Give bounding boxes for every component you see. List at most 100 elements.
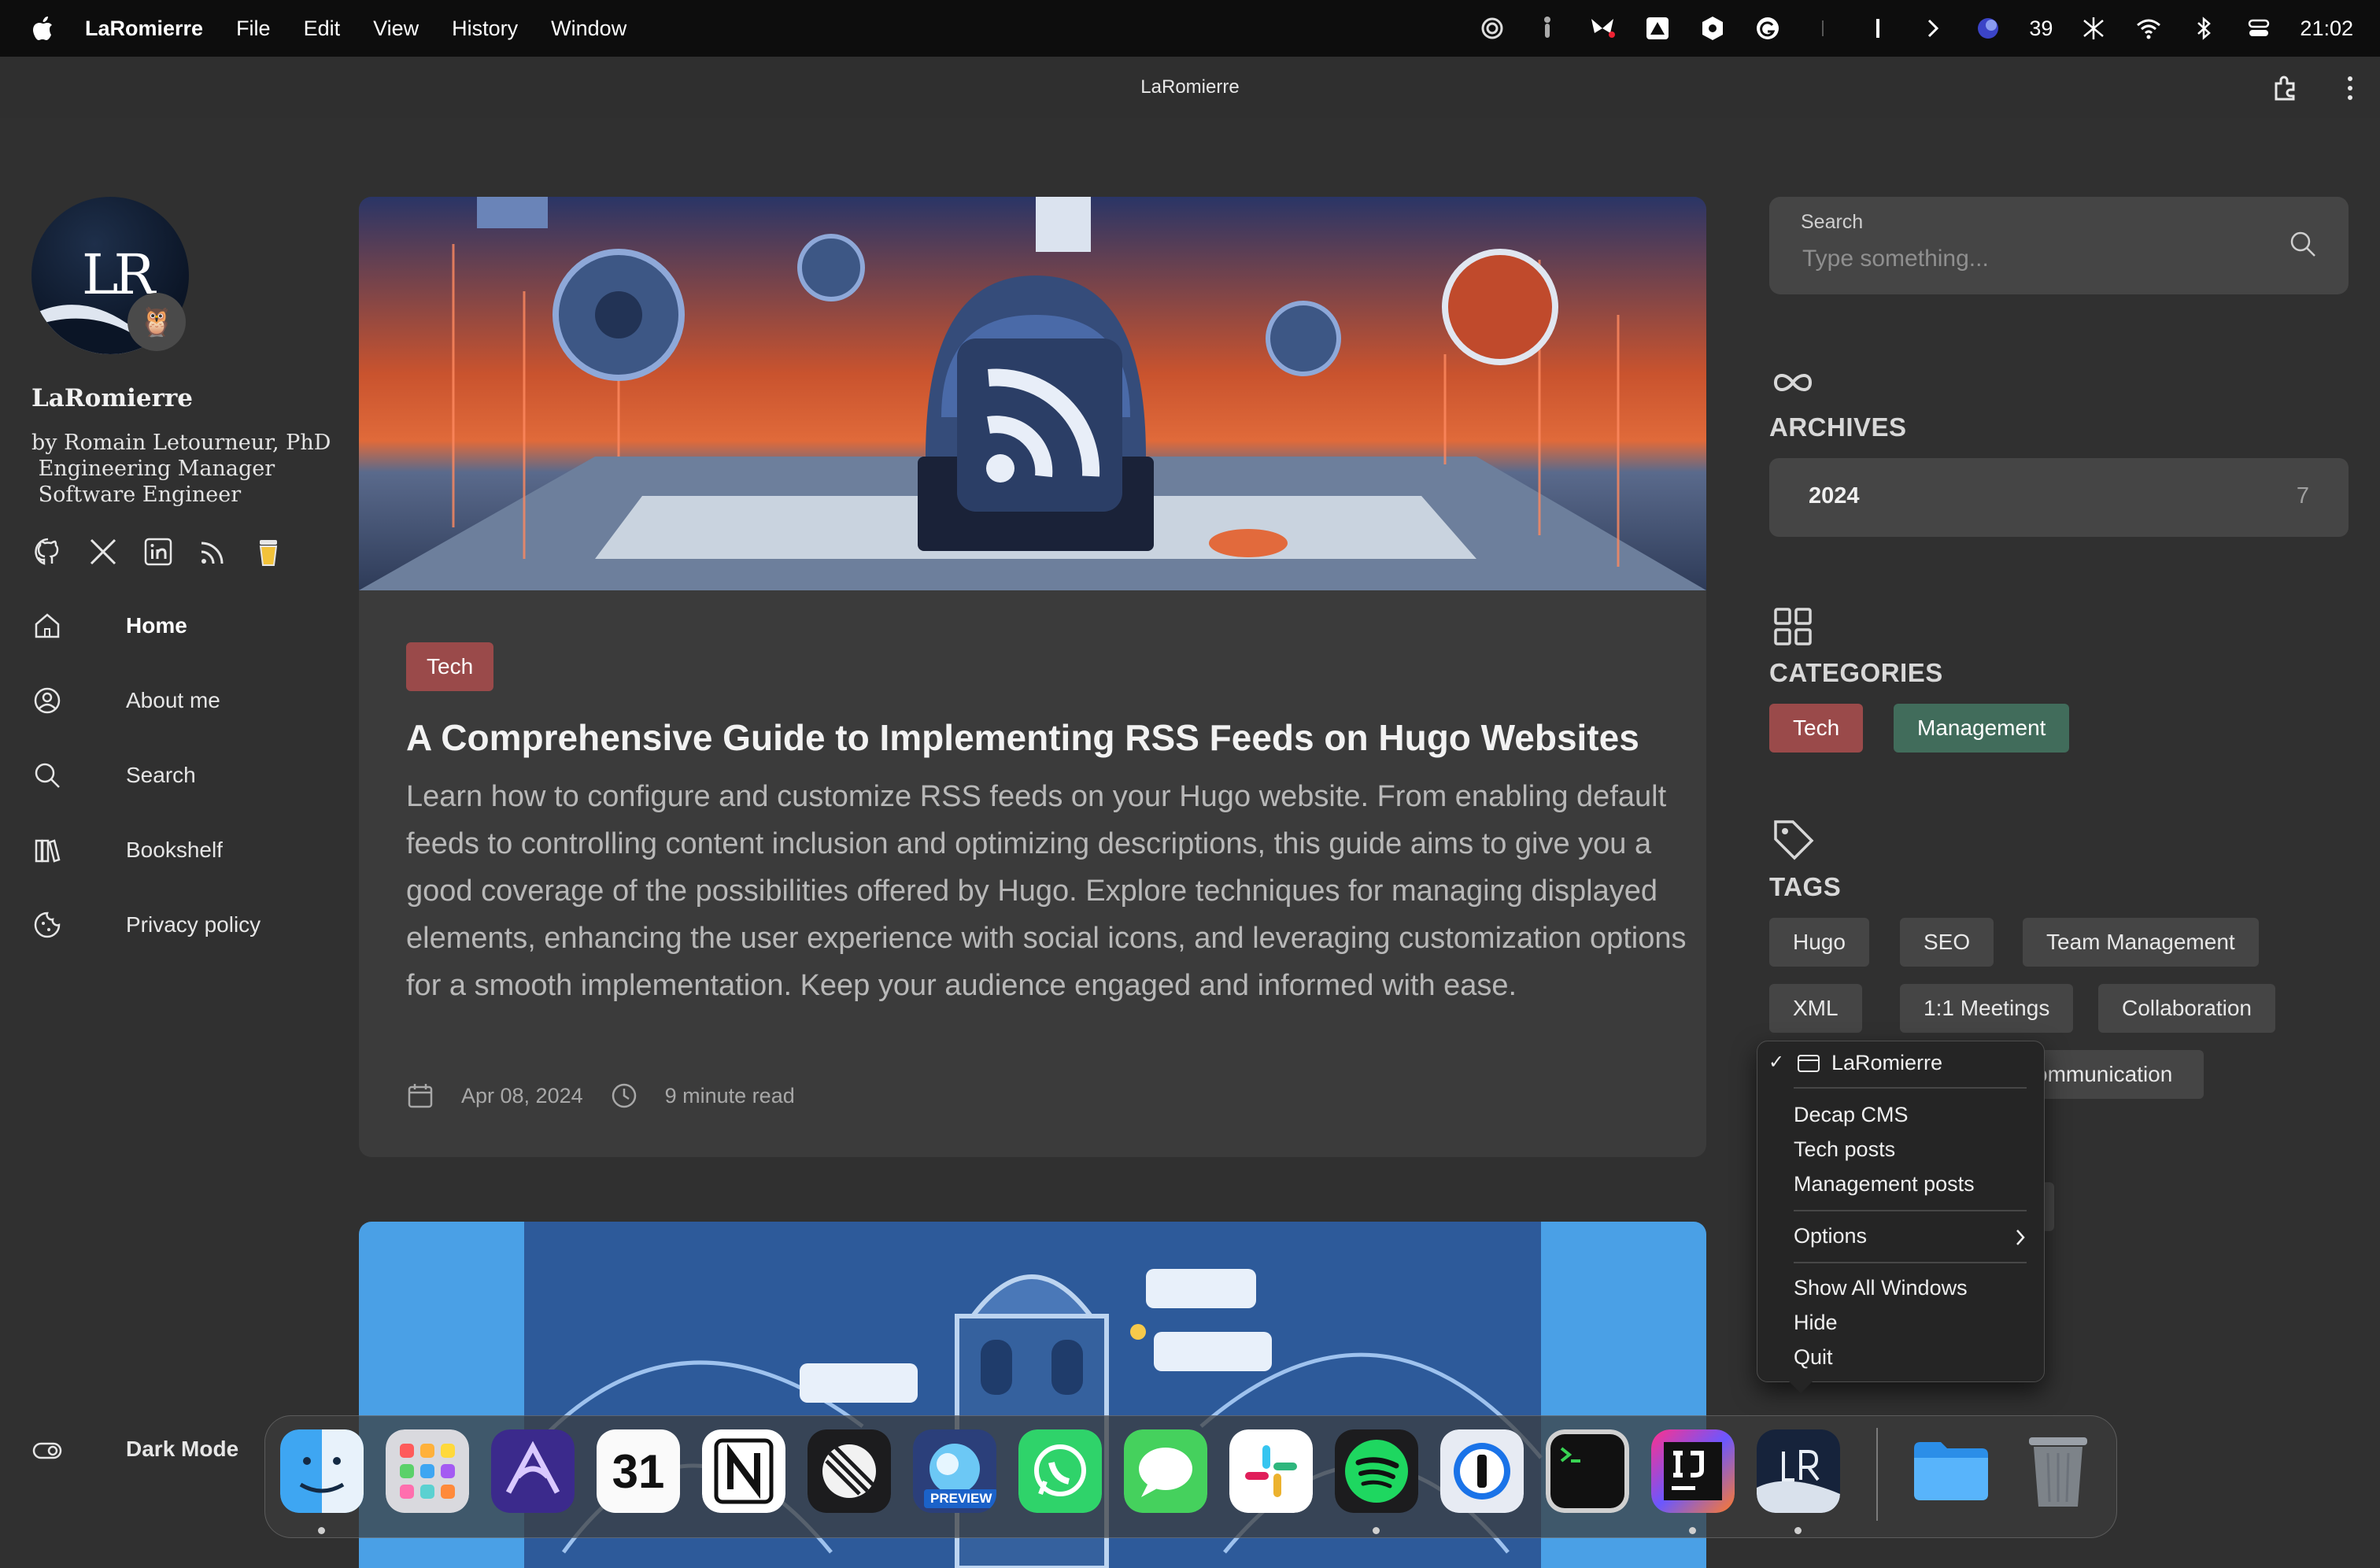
more-options-icon[interactable] xyxy=(2344,72,2356,104)
menu-app-name[interactable]: LaRomierre xyxy=(85,17,203,41)
github-icon[interactable] xyxy=(31,535,65,568)
affinity-icon[interactable] xyxy=(491,1429,575,1513)
hexagon-app-icon[interactable] xyxy=(1698,14,1727,43)
status-count[interactable]: 39 xyxy=(2029,17,2053,41)
search-icon xyxy=(35,763,60,788)
bluetooth-icon[interactable] xyxy=(2190,14,2218,43)
search-input[interactable] xyxy=(1801,241,2245,277)
menu-history[interactable]: History xyxy=(452,17,518,41)
grammarly-icon[interactable] xyxy=(1754,14,1782,43)
menu-item-hide[interactable]: Hide xyxy=(1794,1311,1838,1335)
finder-icon[interactable] xyxy=(280,1429,364,1513)
perplexity-icon[interactable] xyxy=(2079,14,2108,43)
nav-item-about[interactable]: About me xyxy=(31,685,331,716)
archive-item-2024[interactable]: 2024 7 xyxy=(1769,458,2349,537)
accessibility-icon[interactable] xyxy=(1533,14,1561,43)
grid-icon xyxy=(1774,608,1812,645)
coffee-icon[interactable] xyxy=(252,535,285,568)
window-title: LaRomierre xyxy=(1140,76,1240,98)
chevron-right-icon[interactable] xyxy=(1919,14,1947,43)
whatsapp-icon[interactable] xyxy=(1018,1429,1102,1513)
calendar-icon[interactable]: 31 xyxy=(597,1429,680,1513)
dock-separator xyxy=(1876,1428,1878,1521)
nav-label-bookshelf: Bookshelf xyxy=(126,838,223,862)
cookie-icon xyxy=(34,912,61,938)
menu-item-options[interactable]: Options xyxy=(1794,1224,1867,1248)
status-orb-icon[interactable] xyxy=(1974,14,2002,43)
notion-icon[interactable] xyxy=(702,1429,785,1513)
archive-count: 7 xyxy=(2296,483,2309,508)
menu-item-tech-posts[interactable]: Tech posts xyxy=(1794,1137,1895,1162)
menu-edit[interactable]: Edit xyxy=(304,17,341,41)
rss-icon[interactable] xyxy=(197,535,230,568)
messages-icon[interactable] xyxy=(1124,1429,1207,1513)
spotify-icon[interactable] xyxy=(1335,1429,1418,1513)
menu-view[interactable]: View xyxy=(373,17,419,41)
post-card[interactable]: Tech A Comprehensive Guide to Implementi… xyxy=(359,197,1706,1157)
tag-chip-hugo[interactable]: Hugo xyxy=(1769,918,1869,967)
preview-icon[interactable]: PREVIEW xyxy=(913,1429,996,1513)
tag-chip-xml[interactable]: XML xyxy=(1769,984,1862,1033)
x-icon[interactable] xyxy=(87,535,120,568)
nav-item-search[interactable]: Search xyxy=(31,760,331,791)
nav-item-privacy[interactable]: Privacy policy xyxy=(31,909,331,941)
nav-item-home[interactable]: Home xyxy=(31,610,331,642)
search-icon[interactable] xyxy=(2287,228,2319,260)
category-chip-tech[interactable]: Tech xyxy=(1769,704,1864,753)
tag-chip-seo[interactable]: SEO xyxy=(1900,918,1994,967)
butterfly-icon[interactable] xyxy=(1588,14,1617,43)
post-meta: Apr 08, 2024 9 minute read xyxy=(406,1082,795,1110)
tags-title: TAGS xyxy=(1769,872,1842,901)
books-icon xyxy=(35,839,61,863)
menu-item-quit[interactable]: Quit xyxy=(1794,1345,1833,1370)
category-chip-management[interactable]: Management xyxy=(1894,704,2070,753)
tag-chip-communication[interactable]: ommunication xyxy=(2035,1050,2204,1099)
apple-icon[interactable] xyxy=(31,16,54,41)
tag-icon xyxy=(1774,820,1814,860)
folder-icon[interactable] xyxy=(1909,1429,1993,1513)
calendar-day: 31 xyxy=(612,1444,665,1498)
separator-icon xyxy=(1822,20,1824,36)
menu-item-decap-cms[interactable]: Decap CMS xyxy=(1794,1103,1909,1127)
trash-icon[interactable] xyxy=(2016,1429,2100,1513)
tag-chip-1on1-meetings[interactable]: 1:1 Meetings xyxy=(1900,984,2074,1033)
intellij-icon[interactable] xyxy=(1651,1429,1735,1513)
slack-icon[interactable] xyxy=(1229,1429,1313,1513)
menu-clock[interactable]: 21:02 xyxy=(2300,17,2353,41)
dock-context-menu: ✓ LaRomierre Decap CMS Tech posts Manage… xyxy=(1757,1041,2045,1382)
fingerprint-icon[interactable] xyxy=(1478,14,1506,43)
tag-chip-team-management[interactable]: Team Management xyxy=(2023,918,2259,967)
dock-running-indicator xyxy=(1794,1527,1802,1534)
launchpad-icon[interactable] xyxy=(386,1429,469,1513)
cursor-bar-icon[interactable] xyxy=(1864,14,1892,43)
user-icon xyxy=(34,687,61,714)
post-title[interactable]: A Comprehensive Guide to Implementing RS… xyxy=(406,716,1681,759)
control-center-icon[interactable] xyxy=(2245,14,2273,43)
drive-icon[interactable] xyxy=(1643,14,1672,43)
toggle-icon xyxy=(32,1442,62,1459)
post-date: Apr 08, 2024 xyxy=(461,1083,583,1108)
laromierre-app-icon[interactable] xyxy=(1757,1429,1840,1513)
terminal-icon[interactable] xyxy=(1546,1429,1629,1513)
post-category-badge[interactable]: Tech xyxy=(406,642,494,691)
tag-chip-collaboration[interactable]: Collaboration xyxy=(2098,984,2275,1033)
menu-item-current-window[interactable]: LaRomierre xyxy=(1831,1051,1942,1075)
post-hero-image[interactable] xyxy=(359,197,1706,590)
nav-label-search: Search xyxy=(126,763,196,787)
nav-item-bookshelf[interactable]: Bookshelf xyxy=(31,834,331,866)
window-titlebar: LaRomierre xyxy=(0,57,2380,118)
menu-file[interactable]: File xyxy=(236,17,271,41)
menu-item-show-all-windows[interactable]: Show All Windows xyxy=(1794,1276,1968,1300)
linear-icon[interactable] xyxy=(808,1429,891,1513)
1password-icon[interactable] xyxy=(1440,1429,1524,1513)
archives-title: ARCHIVES xyxy=(1769,412,1907,442)
extension-icon[interactable] xyxy=(2270,72,2301,104)
site-name[interactable]: LaRomierre xyxy=(31,384,193,412)
wifi-icon[interactable] xyxy=(2134,14,2163,43)
linkedin-icon[interactable] xyxy=(142,535,175,568)
nav-label-privacy: Privacy policy xyxy=(126,912,261,937)
menu-item-management-posts[interactable]: Management posts xyxy=(1794,1172,1975,1196)
home-icon xyxy=(35,613,60,638)
menu-window[interactable]: Window xyxy=(551,17,626,41)
dock-running-indicator xyxy=(1373,1527,1380,1534)
